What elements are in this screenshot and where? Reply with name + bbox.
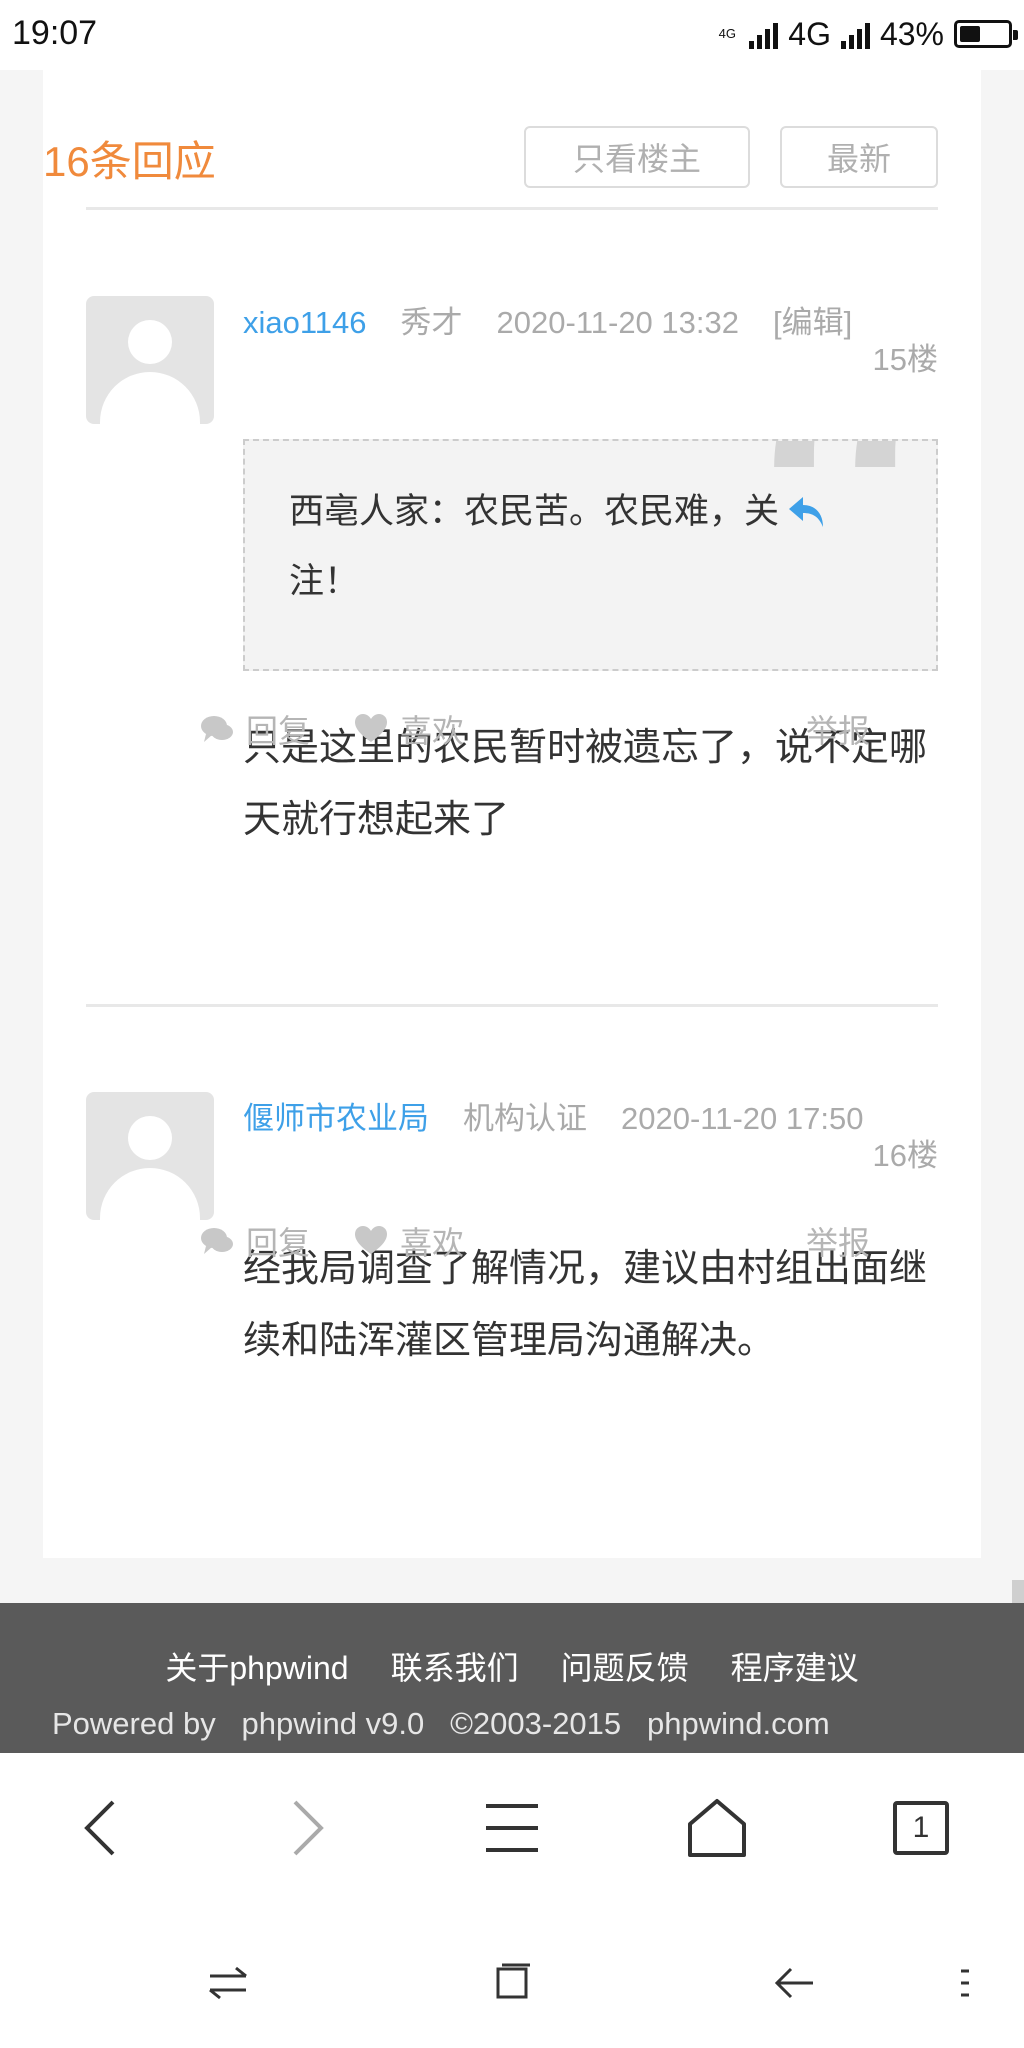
reply-label: 回复 bbox=[246, 1224, 311, 1262]
like-button[interactable]: 喜欢 bbox=[354, 704, 464, 754]
back-icon bbox=[84, 1800, 115, 1856]
footer-link-feedback[interactable]: 问题反馈 bbox=[561, 1643, 689, 1689]
post-actions: 回复 喜欢 举报 bbox=[200, 1216, 870, 1266]
more-icon bbox=[961, 1969, 969, 1997]
avatar[interactable] bbox=[86, 1092, 214, 1220]
post-meta: xiao1146 秀才 2020-11-20 13:32 [编辑] bbox=[243, 298, 938, 348]
square-icon bbox=[496, 1963, 530, 1999]
tab-count: 1 bbox=[912, 1811, 930, 1844]
reply-button[interactable]: 回复 bbox=[200, 1216, 310, 1266]
comment-icon bbox=[201, 1228, 233, 1254]
floor-number: 15楼 bbox=[872, 342, 938, 377]
back-button[interactable] bbox=[56, 1783, 146, 1873]
footer-link-contact[interactable]: 联系我们 bbox=[391, 1643, 519, 1689]
signal-icon bbox=[749, 19, 779, 49]
signal-icon-2 bbox=[840, 19, 870, 49]
heart-icon bbox=[355, 714, 387, 742]
reply-button[interactable]: 回复 bbox=[200, 704, 310, 754]
edit-link[interactable]: [编辑] bbox=[773, 305, 852, 340]
footer-links: 关于phpwind 联系我们 问题反馈 程序建议 bbox=[0, 1643, 1024, 1689]
post-meta: 偃师市农业局 机构认证 2020-11-20 17:50 bbox=[243, 1094, 938, 1144]
powered-by: Powered by phpwind v9.0 ©2003-2015 phpwi… bbox=[52, 1706, 830, 1741]
card-header-divider bbox=[86, 120, 938, 210]
like-label: 喜欢 bbox=[400, 712, 465, 750]
battery-icon bbox=[954, 20, 1018, 48]
status-indicators: 4G 4G 43% bbox=[715, 14, 1018, 54]
switch-apps-button[interactable] bbox=[193, 1948, 263, 2018]
post-16: 偃师市农业局 机构认证 2020-11-20 17:50 16楼 经我局调查了解情况… bbox=[86, 1092, 938, 1492]
battery-percent: 43% bbox=[879, 15, 944, 52]
system-back-button[interactable] bbox=[760, 1948, 830, 2018]
site-footer: 关于phpwind 联系我们 问题反馈 程序建议 Powered by phpw… bbox=[0, 1603, 1024, 1753]
battery-tip bbox=[1013, 30, 1018, 40]
overview-button[interactable] bbox=[477, 1948, 547, 2018]
reply-arrow-icon[interactable] bbox=[785, 491, 831, 537]
system-navigation-bar bbox=[0, 1908, 1024, 2048]
avatar-head bbox=[128, 1116, 172, 1160]
tabs-button[interactable]: 1 bbox=[876, 1783, 966, 1873]
report-link[interactable]: 举报 bbox=[806, 1216, 870, 1266]
switch-apps-icon bbox=[209, 1966, 247, 2000]
forward-button[interactable] bbox=[262, 1783, 352, 1873]
post-divider bbox=[86, 1004, 938, 1007]
avatar-body bbox=[100, 1168, 200, 1220]
avatar-head bbox=[128, 320, 172, 364]
like-button[interactable]: 喜欢 bbox=[354, 1216, 464, 1266]
page: 19:07 4G 4G 43% 16条回应 只看楼主 最新 xiao1146 秀… bbox=[0, 0, 1024, 2048]
reply-label: 回复 bbox=[246, 712, 311, 750]
home-button[interactable] bbox=[672, 1783, 762, 1873]
network-type-small: 4G bbox=[718, 26, 736, 41]
browser-toolbar: 1 bbox=[0, 1753, 1024, 1908]
post-actions: 回复 喜欢 举报 bbox=[200, 704, 870, 754]
avatar-body bbox=[100, 372, 200, 424]
forward-icon bbox=[293, 1800, 324, 1856]
avatar[interactable] bbox=[86, 296, 214, 424]
comment-icon bbox=[201, 716, 233, 742]
heart-icon bbox=[355, 1226, 387, 1254]
post-time: 2020-11-20 13:32 bbox=[496, 305, 739, 340]
scrollbar-thumb[interactable] bbox=[1012, 1580, 1024, 1604]
status-time: 19:07 bbox=[12, 14, 98, 52]
menu-button[interactable] bbox=[467, 1783, 557, 1873]
menu-icon bbox=[486, 1804, 538, 1852]
like-label: 喜欢 bbox=[400, 1224, 465, 1262]
post-time: 2020-11-20 17:50 bbox=[621, 1101, 864, 1136]
quote-text: 西亳人家：农民苦。农民难，关注！ bbox=[289, 492, 780, 602]
floor-number: 16楼 bbox=[872, 1138, 938, 1173]
user-role: 秀才 bbox=[400, 305, 463, 340]
network-type: 4G bbox=[788, 15, 831, 52]
footer-link-about[interactable]: 关于phpwind bbox=[165, 1643, 348, 1689]
user-role: 机构认证 bbox=[463, 1101, 587, 1136]
replies-card: 16条回应 只看楼主 最新 xiao1146 秀才 2020-11-20 13:32… bbox=[43, 70, 981, 1558]
tabs-icon: 1 bbox=[893, 1801, 949, 1855]
quote-block: “ 西亳人家：农民苦。农民难，关注！ bbox=[243, 439, 938, 671]
home-icon bbox=[688, 1799, 746, 1857]
footer-link-suggest[interactable]: 程序建议 bbox=[731, 1643, 859, 1689]
username-link[interactable]: xiao1146 bbox=[243, 305, 367, 340]
back-arrow-icon bbox=[774, 1967, 813, 1999]
report-link[interactable]: 举报 bbox=[806, 704, 870, 754]
username-link[interactable]: 偃师市农业局 bbox=[243, 1101, 429, 1136]
battery-fill bbox=[960, 26, 980, 42]
status-bar: 19:07 4G 4G 43% bbox=[0, 0, 1024, 70]
more-button[interactable] bbox=[940, 1948, 990, 2018]
